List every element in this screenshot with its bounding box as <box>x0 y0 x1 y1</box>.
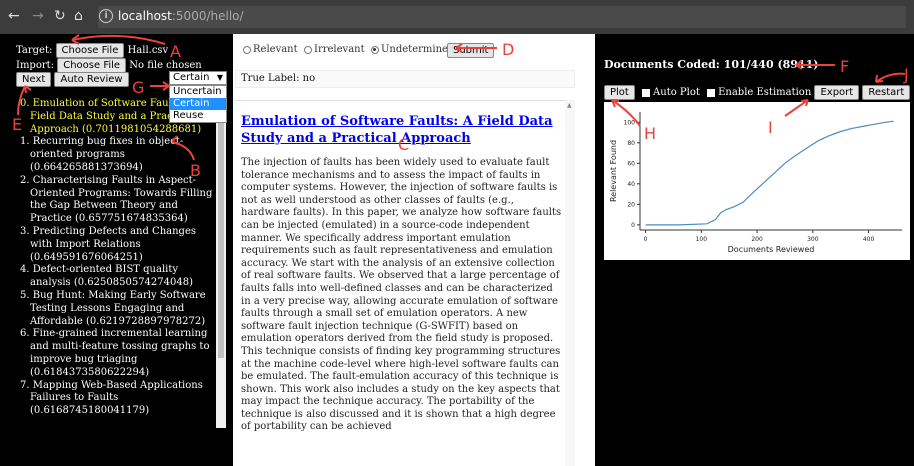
document-title-link[interactable]: Emulation of Software Faults: A Field Da… <box>241 113 561 147</box>
review-controls: Next Auto Review <box>16 72 129 87</box>
radio-irrelevant-label: Irrelevant <box>314 44 365 55</box>
target-file-name: Hall.csv <box>127 45 169 56</box>
y-tick-label: 60 <box>627 160 635 167</box>
restart-button[interactable]: Restart <box>862 85 911 100</box>
radio-relevant-label: Relevant <box>253 44 298 55</box>
info-icon[interactable]: i <box>99 9 113 23</box>
list-item[interactable]: 5. Bug Hunt: Making Early Software Testi… <box>16 290 216 328</box>
radio-undetermined-label: Undetermined <box>380 44 455 55</box>
document-abstract: The injection of faults has been widely … <box>241 157 562 433</box>
x-tick-label: 0 <box>644 236 648 243</box>
plot-button[interactable]: Plot <box>604 85 635 100</box>
list-item[interactable]: 7. Mapping Web-Based Applications Failur… <box>16 380 216 418</box>
back-icon[interactable]: ← <box>8 8 20 24</box>
next-button[interactable]: Next <box>16 72 52 87</box>
stats-panel: Documents Coded: 101/440 (8911) Plot Aut… <box>596 34 914 466</box>
forward-icon[interactable]: → <box>32 8 44 24</box>
reload-icon[interactable]: ↻ <box>54 8 66 24</box>
auto-plot-label: Auto Plot <box>653 87 700 98</box>
y-tick-label: 0 <box>631 222 635 229</box>
chevron-down-icon: ▼ <box>216 73 223 82</box>
y-tick-label: 20 <box>627 201 635 208</box>
scroll-up-icon[interactable]: ▲ <box>567 102 572 109</box>
x-axis-label: Documents Reviewed <box>728 245 815 254</box>
export-button[interactable]: Export <box>814 85 860 100</box>
url-text: localhost:5000/hello/ <box>118 9 244 23</box>
target-label: Target: <box>16 45 53 56</box>
y-tick-label: 80 <box>627 140 635 147</box>
import-file-name: No file chosen <box>129 60 202 71</box>
x-tick-label: 100 <box>696 236 708 243</box>
list-item[interactable]: 1. Recurring bug fixes in object-oriente… <box>16 136 216 174</box>
document-panel: Relevant Irrelevant Undetermined Submit … <box>233 34 595 466</box>
target-choose-file-button[interactable]: Choose File <box>55 43 125 58</box>
mode-option-certain[interactable]: Certain <box>170 98 226 110</box>
auto-plot-checkbox[interactable] <box>642 88 651 97</box>
radio-irrelevant[interactable] <box>304 45 312 54</box>
x-tick-label: 300 <box>807 236 819 243</box>
series-line <box>645 120 894 226</box>
scrollbar-thumb[interactable] <box>218 108 224 358</box>
documents-coded: Documents Coded: 101/440 (8911) <box>604 58 819 71</box>
list-item[interactable]: 3. Predicting Defects and Changes with I… <box>16 226 216 264</box>
radio-undetermined[interactable] <box>370 45 379 54</box>
mode-option-reuse[interactable]: Reuse <box>170 110 226 122</box>
list-item[interactable]: 4. Defect-oriented BIST quality analysis… <box>16 264 216 290</box>
mode-dropdown: Uncertain Certain Reuse <box>169 85 227 123</box>
list-item[interactable]: 2. Characterising Faults in Aspect-Orien… <box>16 175 216 226</box>
home-icon[interactable]: ⌂ <box>74 8 83 24</box>
plot-controls: Plot Auto Plot Enable Estimation Export … <box>604 85 911 100</box>
target-row: Target: Choose File Hall.csv <box>16 43 168 58</box>
document-list-scrollbar[interactable] <box>216 98 226 428</box>
true-label: True Label: no <box>235 70 575 88</box>
import-label: Import: <box>16 60 55 71</box>
document-list: 0. Emulation of Software Faults: A Field… <box>16 98 216 418</box>
enable-estimation-checkbox[interactable] <box>707 88 716 97</box>
chart-svg: 0 100 200 300 400 0 20 40 60 80 100 Documents Revie… <box>609 112 902 254</box>
auto-review-button[interactable]: Auto Review <box>54 72 129 87</box>
mode-select[interactable]: Certain ▼ <box>169 71 227 85</box>
document-scrollbar[interactable]: ▲ <box>565 100 575 466</box>
radio-relevant[interactable] <box>243 45 251 54</box>
import-choose-file-button[interactable]: Choose File <box>57 58 127 73</box>
x-tick-label: 200 <box>751 236 763 243</box>
mode-option-uncertain[interactable]: Uncertain <box>170 86 226 98</box>
browser-toolbar: ← → ↻ ⌂ i localhost:5000/hello/ <box>0 0 914 34</box>
y-axis-label: Relevant Found <box>609 140 618 202</box>
label-radio-group: Relevant Irrelevant Undetermined <box>243 44 454 55</box>
submit-button[interactable]: Submit <box>447 43 495 58</box>
progress-chart: 0 100 200 300 400 0 20 40 60 80 100 Documents Revie… <box>604 102 910 260</box>
y-tick-label: 40 <box>627 181 635 188</box>
enable-estimation-label: Enable Estimation <box>718 87 812 98</box>
y-tick-label: 100 <box>624 119 636 126</box>
document-view: Emulation of Software Faults: A Field Da… <box>235 100 575 466</box>
list-item[interactable]: 6. Fine-grained incremental learning and… <box>16 328 216 379</box>
left-panel: Target: Choose File Hall.csv Import: Cho… <box>0 34 232 466</box>
x-tick-label: 400 <box>863 236 875 243</box>
